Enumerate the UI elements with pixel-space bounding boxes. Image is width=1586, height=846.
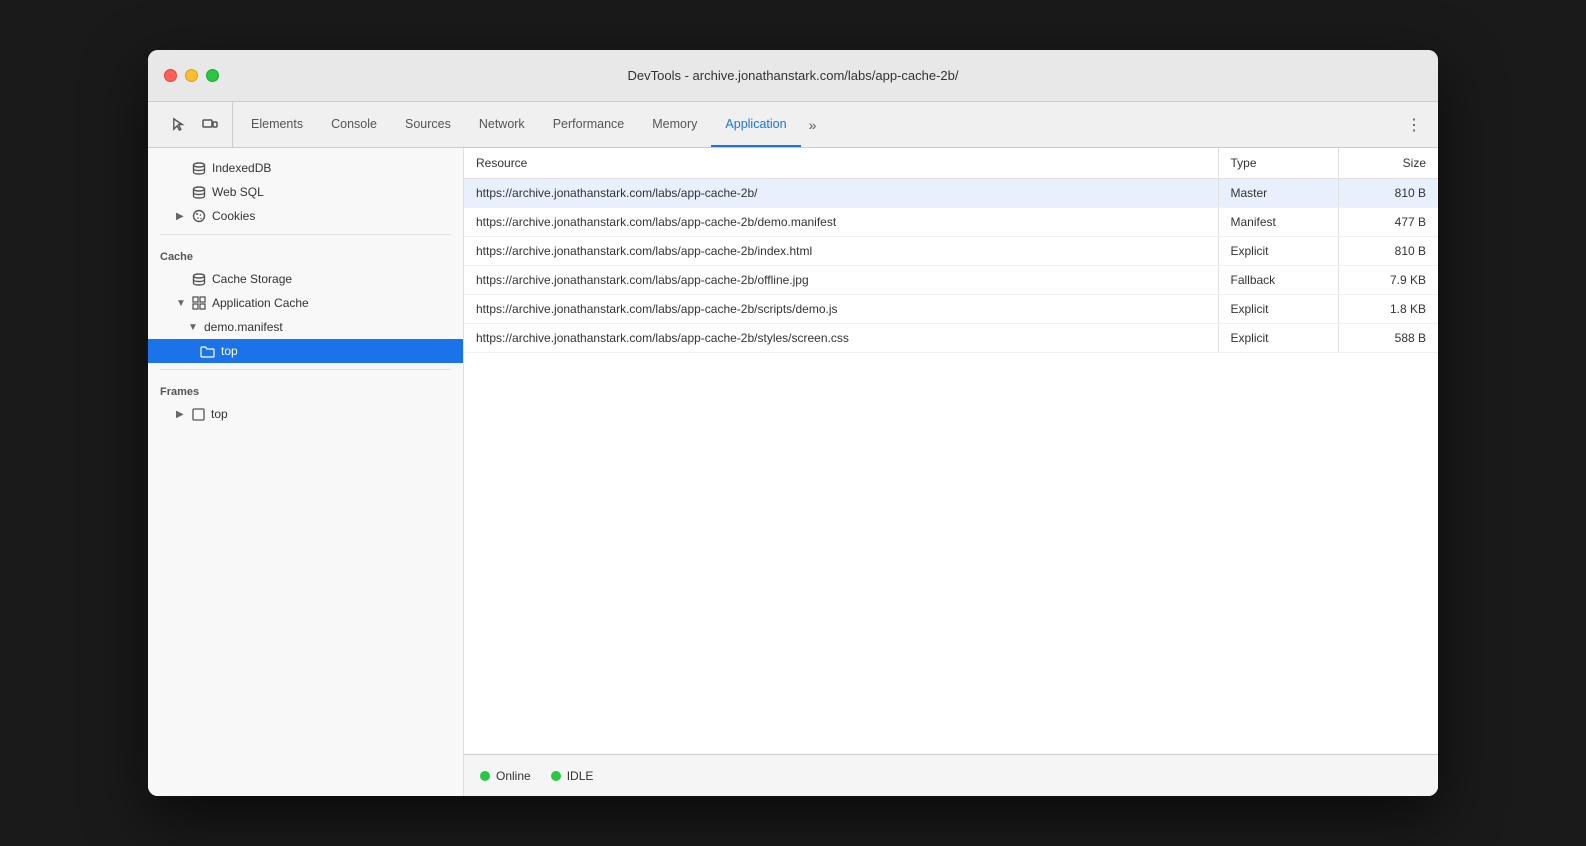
resource-cell: https://archive.jonathanstark.com/labs/a…	[464, 324, 1218, 353]
database-icon	[192, 273, 206, 286]
online-label: Online	[496, 769, 531, 783]
sidebar-item-indexed-db[interactable]: IndexedDB	[148, 156, 463, 180]
tabbar-end: ⋮	[1390, 102, 1438, 147]
devtools-window: DevTools - archive.jonathanstark.com/lab…	[148, 50, 1438, 796]
sidebar-item-demo-manifest[interactable]: ▼ demo.manifest	[148, 315, 463, 339]
expand-arrow-icon: ▶	[176, 211, 186, 222]
minimize-button[interactable]	[185, 69, 198, 82]
table-row[interactable]: https://archive.jonathanstark.com/labs/a…	[464, 295, 1438, 324]
sidebar-item-web-sql[interactable]: Web SQL	[148, 180, 463, 204]
resource-cell: https://archive.jonathanstark.com/labs/a…	[464, 295, 1218, 324]
size-cell: 1.8 KB	[1338, 295, 1438, 324]
table-row[interactable]: https://archive.jonathanstark.com/labs/a…	[464, 324, 1438, 353]
size-cell: 477 B	[1338, 208, 1438, 237]
titlebar: DevTools - archive.jonathanstark.com/lab…	[148, 50, 1438, 102]
expand-arrow-expanded-icon: ▼	[176, 298, 186, 309]
window-title: DevTools - archive.jonathanstark.com/lab…	[628, 68, 959, 83]
column-header-type: Type	[1218, 148, 1338, 179]
idle-status: IDLE	[551, 769, 594, 783]
expand-arrow-icon: ▶	[176, 409, 186, 420]
table-container: Resource Type Size https://archive.jonat…	[464, 148, 1438, 754]
folder-icon	[200, 345, 215, 358]
sidebar: IndexedDB Web SQL ▶	[148, 148, 464, 796]
main-content: IndexedDB Web SQL ▶	[148, 148, 1438, 796]
sidebar-item-cookies[interactable]: ▶ Cookies	[148, 204, 463, 228]
table-row[interactable]: https://archive.jonathanstark.com/labs/a…	[464, 237, 1438, 266]
table-row[interactable]: https://archive.jonathanstark.com/labs/a…	[464, 179, 1438, 208]
resource-cell: https://archive.jonathanstark.com/labs/a…	[464, 237, 1218, 266]
devtools-menu-button[interactable]: ⋮	[1402, 113, 1426, 137]
toolbar-icons	[156, 102, 233, 147]
device-toggle-icon[interactable]	[196, 111, 224, 139]
sidebar-divider	[160, 234, 451, 235]
tab-performance[interactable]: Performance	[539, 102, 639, 147]
close-button[interactable]	[164, 69, 177, 82]
table-row[interactable]: https://archive.jonathanstark.com/labs/a…	[464, 208, 1438, 237]
sidebar-divider-2	[160, 369, 451, 370]
resource-cell: https://archive.jonathanstark.com/labs/a…	[464, 266, 1218, 295]
resource-cell: https://archive.jonathanstark.com/labs/a…	[464, 179, 1218, 208]
content-area: Resource Type Size https://archive.jonat…	[464, 148, 1438, 796]
cache-section-label: Cache	[148, 241, 463, 267]
grid-icon	[192, 296, 206, 310]
inspector-icon[interactable]	[164, 111, 192, 139]
resources-table: Resource Type Size https://archive.jonat…	[464, 148, 1438, 353]
sidebar-item-cache-storage[interactable]: Cache Storage	[148, 267, 463, 291]
size-cell: 7.9 KB	[1338, 266, 1438, 295]
sidebar-item-top-cache[interactable]: top	[148, 339, 463, 363]
online-status: Online	[480, 769, 531, 783]
tab-console[interactable]: Console	[317, 102, 391, 147]
type-cell: Master	[1218, 179, 1338, 208]
frame-icon	[192, 408, 205, 421]
type-cell: Fallback	[1218, 266, 1338, 295]
maximize-button[interactable]	[206, 69, 219, 82]
size-cell: 588 B	[1338, 324, 1438, 353]
idle-label: IDLE	[567, 769, 594, 783]
traffic-lights	[164, 69, 219, 82]
sidebar-item-frames-top[interactable]: ▶ top	[148, 402, 463, 426]
sidebar-item-application-cache[interactable]: ▼ Application Cache	[148, 291, 463, 315]
type-cell: Explicit	[1218, 237, 1338, 266]
tab-network[interactable]: Network	[465, 102, 539, 147]
tab-sources[interactable]: Sources	[391, 102, 465, 147]
resource-cell: https://archive.jonathanstark.com/labs/a…	[464, 208, 1218, 237]
frames-section-label: Frames	[148, 376, 463, 402]
tab-application[interactable]: Application	[711, 102, 800, 147]
cookie-icon	[192, 209, 206, 223]
column-header-size: Size	[1338, 148, 1438, 179]
expand-arrow-expanded-icon: ▼	[188, 322, 198, 333]
type-cell: Explicit	[1218, 295, 1338, 324]
more-tabs-button[interactable]: »	[801, 102, 825, 147]
statusbar: Online IDLE	[464, 754, 1438, 796]
size-cell: 810 B	[1338, 179, 1438, 208]
tabbar: Elements Console Sources Network Perform…	[148, 102, 1438, 148]
type-cell: Explicit	[1218, 324, 1338, 353]
database-icon	[192, 186, 206, 199]
online-status-dot	[480, 771, 490, 781]
database-icon	[192, 162, 206, 175]
type-cell: Manifest	[1218, 208, 1338, 237]
idle-status-dot	[551, 771, 561, 781]
tab-memory[interactable]: Memory	[638, 102, 711, 147]
size-cell: 810 B	[1338, 237, 1438, 266]
tab-elements[interactable]: Elements	[237, 102, 317, 147]
table-row[interactable]: https://archive.jonathanstark.com/labs/a…	[464, 266, 1438, 295]
column-header-resource: Resource	[464, 148, 1218, 179]
